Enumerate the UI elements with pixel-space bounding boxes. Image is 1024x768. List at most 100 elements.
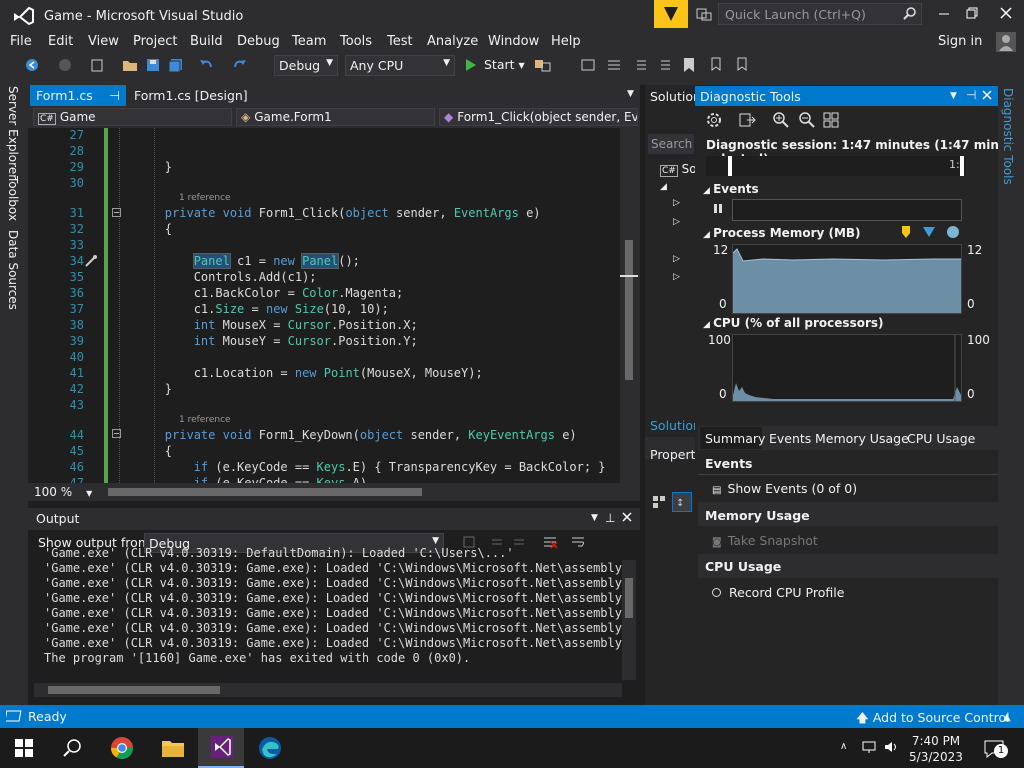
export-icon[interactable]	[738, 111, 756, 129]
start-button[interactable]: Start ▼	[465, 56, 525, 76]
close-icon[interactable]	[982, 90, 992, 100]
server-explorer-tab[interactable]: Server Explorer	[6, 86, 20, 179]
notification-up-icon[interactable]: ▲	[1003, 712, 1011, 723]
toolbox-tab[interactable]: Toolbox	[6, 176, 20, 221]
open-folder-icon[interactable]	[122, 58, 138, 72]
tab-memory-usage[interactable]: Memory Usage	[815, 431, 909, 446]
tree-expand-icon[interactable]: ▷	[673, 254, 680, 264]
paintbrush-icon[interactable]	[84, 254, 98, 268]
settings-gear-icon[interactable]	[705, 111, 723, 129]
scrollbar-thumb[interactable]	[625, 240, 633, 380]
panel-menu-icon[interactable]: ▼	[950, 91, 957, 101]
code-line[interactable]: }	[107, 160, 172, 174]
close-window-button[interactable]	[1000, 7, 1012, 19]
horizontal-scrollbar-thumb[interactable]	[108, 488, 422, 496]
code-line[interactable]: Controls.Add(c1);	[107, 270, 317, 284]
record-cpu-profile-button[interactable]: Record CPU Profile	[712, 585, 844, 600]
zoom-select[interactable]: 100 % ▼	[34, 485, 92, 499]
properties-tab[interactable]: Properti	[650, 447, 699, 462]
pin-icon[interactable]: ⊥	[605, 511, 615, 525]
reference-count[interactable]: 1 reference	[179, 415, 231, 425]
categorized-icon[interactable]	[652, 495, 666, 509]
menu-build[interactable]: Build	[190, 34, 223, 49]
bookmark-icon[interactable]	[682, 57, 696, 73]
visual-studio-taskbar-button[interactable]	[198, 728, 244, 768]
tab-cpu-usage[interactable]: CPU Usage	[907, 431, 975, 446]
browser-link-icon[interactable]	[534, 57, 552, 73]
menu-analyze[interactable]: Analyze	[427, 34, 478, 49]
tree-expand-icon[interactable]: ▷	[673, 198, 680, 208]
pin-icon[interactable]: ⊣	[109, 88, 120, 103]
solution-search-input[interactable]: Search S	[648, 134, 694, 154]
save-all-icon[interactable]	[168, 58, 184, 72]
code-line[interactable]: int MouseY = Cursor.Position.Y;	[107, 334, 418, 348]
minimize-button[interactable]	[938, 7, 950, 19]
menu-tools[interactable]: Tools	[340, 34, 372, 49]
panel-menu-icon[interactable]: ▼	[591, 513, 598, 523]
undo-icon[interactable]	[198, 57, 214, 73]
avatar-icon[interactable]	[996, 32, 1016, 52]
menu-help[interactable]: Help	[551, 34, 581, 49]
timeline-start-handle[interactable]	[728, 156, 732, 176]
pin-icon[interactable]: ⊣	[966, 88, 976, 102]
bookmark-prev-icon[interactable]	[708, 57, 724, 73]
class-nav-select[interactable]: ◈ Game.Form1	[236, 108, 435, 126]
tree-expand-icon[interactable]: ▷	[673, 272, 680, 282]
take-snapshot-button[interactable]: ◙ Take Snapshot	[712, 533, 818, 548]
menu-edit[interactable]: Edit	[48, 34, 73, 49]
quick-launch-input[interactable]: Quick Launch (Ctrl+Q)	[718, 3, 922, 25]
code-line[interactable]: {	[107, 444, 172, 458]
chrome-icon[interactable]	[110, 736, 134, 760]
tab-overflow-icon[interactable]: ▼	[627, 89, 634, 99]
editor-vertical-scrollbar[interactable]	[620, 128, 640, 483]
close-icon[interactable]	[622, 512, 632, 522]
windows-start-icon[interactable]	[14, 738, 34, 758]
network-icon[interactable]	[862, 740, 878, 754]
clock-date[interactable]: 5/3/2023	[906, 750, 966, 764]
add-source-control-button[interactable]: 🡅 Add to Source Control	[856, 709, 1010, 730]
search-icon[interactable]	[62, 738, 82, 758]
feedback-icon[interactable]	[654, 0, 688, 28]
volume-icon[interactable]	[884, 740, 900, 754]
code-line[interactable]: if (e.KeyCode == Keys.E) { TransparencyK…	[107, 460, 606, 474]
menu-test[interactable]: Test	[387, 34, 413, 49]
diagnostic-tools-side-tab[interactable]: Diagnostic Tools	[1001, 88, 1015, 185]
code-line[interactable]: private void Form1_Click(object sender, …	[107, 206, 541, 220]
code-line[interactable]: Panel c1 = new Panel();	[107, 253, 360, 269]
clock-time[interactable]: 7:40 PM	[906, 734, 966, 748]
zoom-out-icon[interactable]	[798, 111, 816, 129]
solution-bottom-tab[interactable]: Solution	[650, 418, 701, 433]
code-line[interactable]: private void Form1_KeyDown(object sender…	[107, 428, 577, 442]
tab-form1-cs[interactable]: Form1.cs ⊣	[30, 85, 126, 106]
member-nav-select[interactable]: ◆ Form1_Click(object sender, Eve	[439, 108, 638, 126]
new-project-icon[interactable]	[90, 58, 104, 72]
menu-debug[interactable]: Debug	[237, 34, 280, 49]
save-icon[interactable]	[146, 58, 160, 72]
code-line[interactable]: c1.BackColor = Color.Magenta;	[107, 286, 404, 300]
tab-events[interactable]: Events	[769, 431, 811, 446]
show-events-link[interactable]: ▤ Show Events (0 of 0)	[712, 481, 857, 496]
alphabetical-icon[interactable]: ↕	[672, 492, 692, 512]
menu-window[interactable]: Window	[488, 34, 539, 49]
tree-collapse-icon[interactable]: ◢	[660, 182, 667, 192]
timeline-ruler[interactable]: 1:	[706, 156, 966, 176]
reference-count[interactable]: 1 reference	[179, 193, 231, 203]
scrollbar-thumb[interactable]	[48, 686, 220, 694]
data-sources-tab[interactable]: Data Sources	[6, 230, 20, 310]
comment-icon[interactable]	[632, 57, 648, 73]
output-horizontal-scrollbar[interactable]	[34, 683, 622, 697]
output-vertical-scrollbar[interactable]	[622, 560, 636, 680]
step-icon[interactable]	[580, 57, 596, 73]
code-line[interactable]: c1.Location = new Point(MouseX, MouseY);	[107, 366, 483, 380]
account-swap-icon[interactable]	[696, 6, 712, 22]
tree-expand-icon[interactable]: ▷	[673, 217, 680, 227]
tray-overflow-icon[interactable]: ∧	[840, 741, 847, 752]
bookmark-next-icon[interactable]	[734, 57, 750, 73]
zoom-in-icon[interactable]	[772, 111, 790, 129]
code-line[interactable]: {	[107, 222, 172, 236]
edge-icon[interactable]	[258, 736, 282, 760]
sign-in-link[interactable]: Sign in	[938, 34, 982, 49]
code-line[interactable]: c1.Size = new Size(10, 10);	[107, 302, 389, 316]
solution-explorer-tab[interactable]: Solution	[650, 89, 701, 104]
forward-icon[interactable]	[58, 58, 72, 72]
